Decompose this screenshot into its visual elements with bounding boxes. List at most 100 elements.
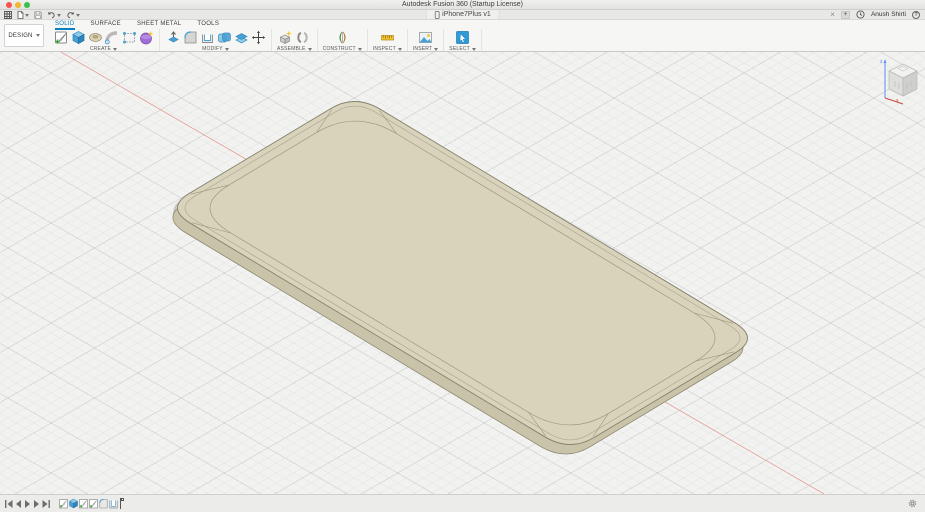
- new-component-icon: [278, 30, 293, 45]
- primitive-box-button[interactable]: [121, 29, 137, 45]
- document-close-button[interactable]: ×: [830, 11, 835, 19]
- go-to-start-button[interactable]: [5, 500, 13, 508]
- user-account-button[interactable]: Anush Shirti: [871, 11, 906, 18]
- offset-face-button[interactable]: [233, 29, 249, 45]
- window-title: Autodesk Fusion 360 (Startup License): [0, 0, 925, 9]
- viewcube-x-label: x: [896, 98, 899, 104]
- timeline-feature-sketch[interactable]: [89, 498, 98, 509]
- extrude-icon: [71, 30, 86, 45]
- fillet-icon: [183, 30, 198, 45]
- zoom-window-button[interactable]: [24, 2, 30, 8]
- help-button[interactable]: ?: [912, 11, 920, 19]
- combine-button[interactable]: [216, 29, 232, 45]
- data-panel-button[interactable]: [4, 11, 12, 19]
- press-pull-button[interactable]: [165, 29, 181, 45]
- new-document-tab-button[interactable]: +: [841, 11, 850, 19]
- view-cube[interactable]: z x: [873, 56, 921, 111]
- group-create: CREATE: [48, 29, 160, 51]
- chevron-down-icon: [36, 34, 40, 37]
- new-component-button[interactable]: [278, 29, 294, 45]
- chevron-down-icon: [113, 48, 117, 51]
- group-select: SELECT: [444, 29, 482, 51]
- move-icon: [251, 30, 266, 45]
- chevron-down-icon: [398, 48, 402, 51]
- job-status-icon[interactable]: [856, 10, 865, 19]
- viewcube-z-label: z: [880, 59, 883, 65]
- step-back-button[interactable]: [16, 500, 21, 508]
- chevron-down-icon: [434, 48, 438, 51]
- chevron-down-icon: [25, 14, 29, 17]
- measure-icon: [380, 30, 395, 45]
- grid-icon: [4, 11, 12, 19]
- timeline-feature-shell[interactable]: [109, 498, 118, 509]
- gear-icon: [908, 499, 917, 508]
- measure-button[interactable]: [379, 29, 395, 45]
- create-form-icon: [139, 30, 154, 45]
- construct-plane-button[interactable]: [334, 29, 350, 45]
- timeline-position-marker[interactable]: [118, 497, 125, 510]
- combine-icon: [217, 30, 232, 45]
- ribbon-toolbar: DESIGN SOLID SURFACE SHEET METAL TOOLS: [0, 20, 925, 52]
- model-body[interactable]: [155, 94, 766, 462]
- undo-arrow-icon: [47, 11, 56, 19]
- go-to-end-button[interactable]: [43, 500, 50, 508]
- undo-button[interactable]: [47, 11, 61, 19]
- file-icon: [17, 11, 24, 19]
- viewport-canvas[interactable]: z x: [0, 52, 925, 494]
- extrude-button[interactable]: [70, 29, 86, 45]
- titlebar: Autodesk Fusion 360 (Startup License): [0, 0, 925, 10]
- fusion360-window: Autodesk Fusion 360 (Startup License): [0, 0, 925, 512]
- chevron-down-icon: [308, 48, 312, 51]
- press-pull-icon: [166, 30, 181, 45]
- chevron-down-icon: [358, 48, 362, 51]
- primitive-box-icon: [122, 30, 137, 45]
- construct-plane-icon: [335, 30, 350, 45]
- workspace-selector[interactable]: DESIGN: [4, 24, 44, 47]
- timeline-feature-sketch[interactable]: [79, 498, 88, 509]
- group-modify: MODIFY: [160, 29, 272, 51]
- timeline-feature-sketch[interactable]: [59, 498, 68, 509]
- minimize-window-button[interactable]: [15, 2, 21, 8]
- chevron-down-icon: [76, 14, 80, 17]
- revolve-button[interactable]: [87, 29, 103, 45]
- move-button[interactable]: [250, 29, 266, 45]
- offset-face-icon: [234, 30, 249, 45]
- view-cube-graphic: z x: [873, 56, 921, 106]
- revolve-icon: [88, 30, 103, 45]
- create-sketch-button[interactable]: [53, 29, 69, 45]
- play-button[interactable]: [25, 500, 30, 508]
- redo-arrow-icon: [66, 11, 75, 19]
- fillet-button[interactable]: [182, 29, 198, 45]
- redo-button[interactable]: [66, 11, 80, 19]
- shell-button[interactable]: [199, 29, 215, 45]
- timeline-settings-button[interactable]: [908, 495, 917, 512]
- scene-graphics: [0, 52, 925, 494]
- sweep-button[interactable]: [104, 29, 120, 45]
- device-icon: [434, 11, 439, 19]
- timeline-features: [59, 498, 118, 509]
- file-menu-button[interactable]: [17, 11, 29, 19]
- timeline-feature-extrude[interactable]: [69, 498, 78, 509]
- chevron-down-icon: [57, 14, 61, 17]
- group-assemble: ASSEMBLE: [272, 29, 318, 51]
- joint-icon: [295, 30, 310, 45]
- ribbon-groups: CREATE: [48, 29, 482, 51]
- timeline-playback: [4, 498, 52, 510]
- group-construct: CONSTRUCT: [318, 29, 368, 51]
- create-form-button[interactable]: [138, 29, 154, 45]
- sweep-icon: [105, 30, 120, 45]
- select-button[interactable]: [455, 29, 471, 45]
- close-window-button[interactable]: [6, 2, 12, 8]
- chevron-down-icon: [472, 48, 476, 51]
- document-tab[interactable]: iPhone7Plus v1: [425, 10, 500, 19]
- shell-icon: [200, 30, 215, 45]
- group-insert: INSERT: [408, 29, 444, 51]
- step-forward-button[interactable]: [34, 500, 39, 508]
- timeline-feature-fillet[interactable]: [99, 498, 108, 509]
- save-button[interactable]: [34, 11, 42, 19]
- insert-canvas-icon: [418, 30, 433, 45]
- window-controls: [6, 2, 30, 8]
- joint-button[interactable]: [295, 29, 311, 45]
- document-tab-label: iPhone7Plus v1: [442, 11, 491, 18]
- insert-canvas-button[interactable]: [418, 29, 434, 45]
